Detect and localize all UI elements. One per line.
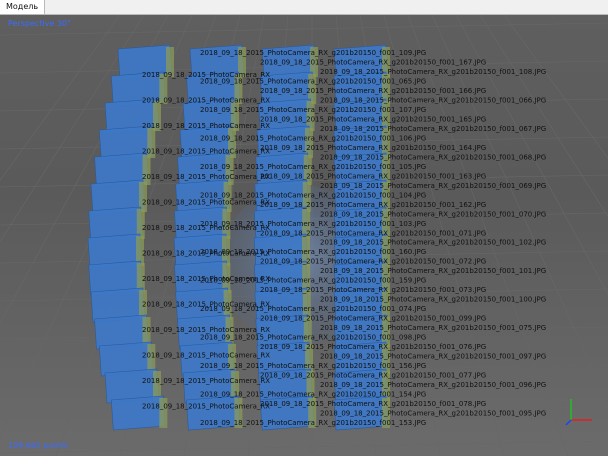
camera-label: 2018_09_18_2015_PhotoCamera_RX_g201b2015… [320,410,546,418]
camera-label: 2018_09_18_2015_PhotoCamera_RX [142,199,270,207]
camera-label: 2018_09_18_2015_PhotoCamera_RX_g201b2015… [260,115,486,123]
camera-label: 2018_09_18_2015_PhotoCamera_RX_g201b2015… [320,267,546,275]
camera-label: 2018_09_18_2015_PhotoCamera_RX_g201b2015… [200,163,426,171]
camera-label: 2018_09_18_2015_PhotoCamera_RX [142,326,270,334]
camera-label: 2018_09_18_2015_PhotoCamera_RX [142,148,270,156]
camera-label: 2018_09_18_2015_PhotoCamera_RX_g201b2015… [320,182,546,190]
tab-model[interactable]: Модель [0,0,46,14]
camera-label: 2018_09_18_2015_PhotoCamera_RX [142,71,270,79]
camera-label: 2018_09_18_2015_PhotoCamera_RX [142,97,270,105]
camera-label: 2018_09_18_2015_PhotoCamera_RX_g201b2015… [260,229,486,237]
camera-label: 2018_09_18_2015_PhotoCamera_RX [142,275,270,283]
grid-line [503,15,608,159]
camera-label: 2018_09_18_2015_PhotoCamera_RX [142,122,270,130]
camera-label: 2018_09_18_2015_PhotoCamera_RX_g201b2015… [320,210,546,218]
camera-label: 2018_09_18_2015_PhotoCamera_RX_g201b2015… [260,144,486,152]
camera-label: 2018_09_18_2015_PhotoCamera_RX [142,352,270,360]
camera-label: 2018_09_18_2015_PhotoCamera_RX_g201b2015… [320,381,546,389]
camera-label: 2018_09_18_2015_PhotoCamera_RX_g201b2015… [200,49,426,57]
camera-label: 2018_09_18_2015_PhotoCamera_RX_g201b2015… [260,286,486,294]
camera-label: 2018_09_18_2015_PhotoCamera_RX [142,377,270,385]
camera-label: 2018_09_18_2015_PhotoCamera_RX_g201b2015… [320,96,546,104]
camera-label: 2018_09_18_2015_PhotoCamera_RX_g201b2015… [260,172,486,180]
camera-label: 2018_09_18_2015_PhotoCamera_RX_g201b2015… [260,87,486,95]
camera-label: 2018_09_18_2015_PhotoCamera_RX_g201b2015… [320,239,546,247]
camera-label: 2018_09_18_2015_PhotoCamera_RX_g201b2015… [320,324,546,332]
camera-label: 2018_09_18_2015_PhotoCamera_RX_g201b2015… [200,391,426,399]
camera-label: 2018_09_18_2015_PhotoCamera_RX_g201b2015… [320,68,546,76]
camera-label: 2018_09_18_2015_PhotoCamera_RX_g201b2015… [260,315,486,323]
camera-label: 2018_09_18_2015_PhotoCamera_RX_g201b2015… [320,353,546,361]
camera-label: 2018_09_18_2015_PhotoCamera_RX [142,224,270,232]
view-mode-label: Perspective 30° [8,19,72,28]
camera-label: 2018_09_18_2015_PhotoCamera_RX_g201b2015… [200,334,426,342]
camera-label: 2018_09_18_2015_PhotoCamera_RX_g201b2015… [320,296,546,304]
camera-label: 2018_09_18_2015_PhotoCamera_RX_g201b2015… [260,343,486,351]
camera-label: 2018_09_18_2015_PhotoCamera_RX_g201b2015… [260,258,486,266]
camera-label: 2018_09_18_2015_PhotoCamera_RX_g201b2015… [200,362,426,370]
camera-label: 2018_09_18_2015_PhotoCamera_RX_g201b2015… [320,125,546,133]
camera-label: 2018_09_18_2015_PhotoCamera_RX_g201b2015… [260,400,486,408]
tab-bar: Модель [0,0,608,15]
axis-gizmo [565,399,592,426]
camera-plane[interactable] [111,395,166,431]
camera-label: 2018_09_18_2015_PhotoCamera_RX_g201b2015… [260,372,486,380]
point-count-label: 109,662 points [8,441,69,450]
camera-label: 2018_09_18_2015_PhotoCamera_RX_g201b2015… [200,106,426,114]
camera-label: 2018_09_18_2015_PhotoCamera_RX_g201b2015… [260,59,486,67]
camera-label: 2018_09_18_2015_PhotoCamera_RX_g201b2015… [320,153,546,161]
camera-label: 2018_09_18_2015_PhotoCamera_RX_g201b2015… [200,419,426,427]
z-axis [565,419,572,426]
grid-line [0,22,608,36]
grid-line [0,440,608,454]
camera-label: 2018_09_18_2015_PhotoCamera_RX_g201b2015… [200,134,426,142]
camera-label: 2018_09_18_2015_PhotoCamera_RX [142,403,270,411]
camera-label: 2018_09_18_2015_PhotoCamera_RX [142,250,270,258]
camera-label: 2018_09_18_2015_PhotoCamera_RX [142,301,270,309]
scene-canvas[interactable]: 2018_09_18_2015_PhotoCamera_RX_g201b2015… [0,15,608,456]
camera-label: 2018_09_18_2015_PhotoCamera_RX [142,173,270,181]
camera-label: 2018_09_18_2015_PhotoCamera_RX_g201b2015… [260,201,486,209]
3d-viewport[interactable]: 2018_09_18_2015_PhotoCamera_RX_g201b2015… [0,15,608,456]
